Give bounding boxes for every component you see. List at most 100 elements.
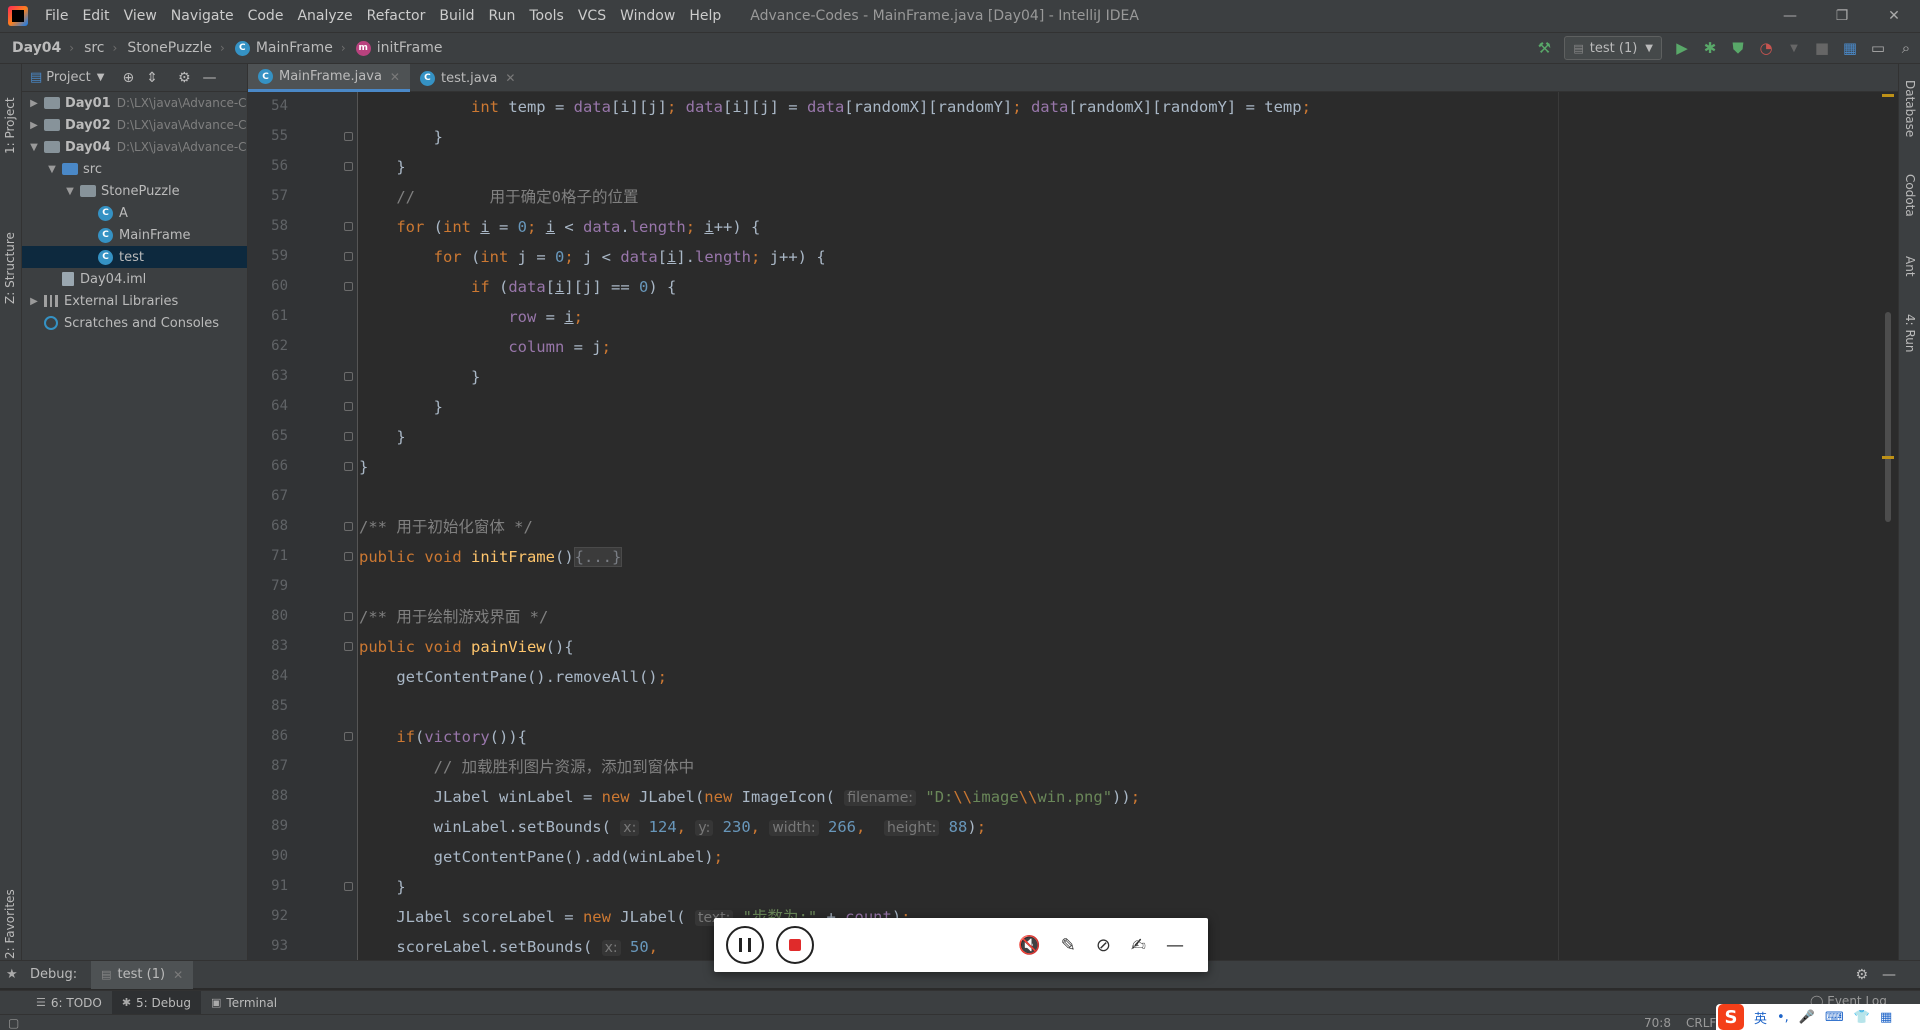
gear-icon[interactable]: ⚙ <box>1855 967 1868 983</box>
tree-item[interactable]: Day04.iml <box>22 268 247 290</box>
warning-marker[interactable] <box>1882 456 1894 459</box>
menu-build[interactable]: Build <box>432 0 481 32</box>
favorites-tool-button[interactable]: 2: Favorites <box>3 889 17 959</box>
code-line[interactable]: if(victory()){ <box>359 722 527 752</box>
caret-position[interactable]: 70:8 <box>1644 1015 1671 1030</box>
tree-item[interactable]: Ctest <box>22 246 247 268</box>
project-tool-button[interactable]: 1: Project <box>3 97 17 154</box>
menu-vcs[interactable]: VCS <box>571 0 613 32</box>
camera-off-icon[interactable]: ⊘ <box>1096 935 1111 956</box>
fold-toggle-icon[interactable] <box>344 162 353 171</box>
tool-window-todo[interactable]: ☰ 6: TODO <box>26 991 112 1015</box>
chevron-down-icon[interactable]: ▼ <box>46 164 58 175</box>
fold-toggle-icon[interactable] <box>344 642 353 651</box>
line-number[interactable]: 79 <box>248 578 288 594</box>
run-icon[interactable]: ▶ <box>1668 34 1696 62</box>
tree-item[interactable]: ▼ Day04 D:\LX\java\Advance-C <box>22 136 247 158</box>
fold-toggle-icon[interactable] <box>344 282 353 291</box>
fold-toggle-icon[interactable] <box>344 612 353 621</box>
profile-icon[interactable]: ◔ <box>1752 34 1780 62</box>
minimize-button[interactable]: — <box>1764 0 1816 32</box>
chevron-down-icon[interactable]: ▼ <box>64 186 76 197</box>
close-icon[interactable]: ✕ <box>173 968 183 982</box>
pen-draw-icon[interactable]: ✍ <box>1131 935 1146 956</box>
fold-toggle-icon[interactable] <box>344 552 353 561</box>
hide-panel-icon[interactable]: — <box>203 70 217 86</box>
line-number[interactable]: 57 <box>248 188 288 204</box>
tree-item[interactable]: ▶ Day02 D:\LX\java\Advance-C <box>22 114 247 136</box>
line-number[interactable]: 55 <box>248 128 288 144</box>
code-line[interactable]: } <box>359 362 480 392</box>
menu-help[interactable]: Help <box>682 0 728 32</box>
code-line[interactable]: } <box>359 392 443 422</box>
sogou-logo-icon[interactable]: S <box>1718 1004 1744 1030</box>
gear-icon[interactable]: ⚙ <box>178 70 191 86</box>
code-line[interactable]: } <box>359 152 405 182</box>
restore-button[interactable]: ❐ <box>1816 0 1868 32</box>
line-number[interactable]: 89 <box>248 818 288 834</box>
tool-window-debug[interactable]: ✱ 5: Debug <box>111 990 202 1015</box>
breadcrumb-package[interactable]: StonePuzzle <box>117 40 212 56</box>
line-number[interactable]: 54 <box>248 98 288 114</box>
stop-icon[interactable]: ■ <box>1808 34 1836 62</box>
fold-toggle-icon[interactable] <box>344 882 353 891</box>
fold-toggle-icon[interactable] <box>344 432 353 441</box>
run-tool-button[interactable]: 4: Run <box>1903 314 1917 353</box>
menu-file[interactable]: File <box>38 0 75 32</box>
code-line[interactable]: int temp = data[i][j]; data[i][j] = data… <box>359 92 1311 122</box>
breadcrumb-class[interactable]: C MainFrame <box>225 40 333 56</box>
menu-run[interactable]: Run <box>482 0 523 32</box>
menu-refactor[interactable]: Refactor <box>360 0 433 32</box>
line-number[interactable]: 86 <box>248 728 288 744</box>
line-number[interactable]: 63 <box>248 368 288 384</box>
code-line[interactable]: JLabel winLabel = new JLabel(new ImageIc… <box>359 782 1140 812</box>
line-number[interactable]: 58 <box>248 218 288 234</box>
run-configuration-select[interactable]: ▤ test (1) ▼ <box>1564 36 1662 60</box>
build-hammer-icon[interactable]: ⚒ <box>1530 34 1558 62</box>
line-number[interactable]: 56 <box>248 158 288 174</box>
code-line[interactable]: column = j; <box>359 332 611 362</box>
code-line[interactable]: getContentPane().removeAll(); <box>359 662 667 692</box>
fold-toggle-icon[interactable] <box>344 732 353 741</box>
pause-recording-button[interactable] <box>726 926 764 964</box>
hide-panel-icon[interactable]: — <box>1882 967 1896 983</box>
code-line[interactable]: // 加载胜利图片资源，添加到窗体中 <box>359 752 695 782</box>
debug-bug-icon[interactable]: ✱ <box>1696 34 1724 62</box>
breadcrumb-src[interactable]: src <box>74 40 104 56</box>
line-number[interactable]: 83 <box>248 638 288 654</box>
code-line[interactable]: if (data[i][j] == 0) { <box>359 272 676 302</box>
line-number[interactable]: 66 <box>248 458 288 474</box>
skin-icon[interactable]: 👕 <box>1854 1010 1870 1025</box>
code-line[interactable]: /** 用于初始化窗体 */ <box>359 512 533 542</box>
ime-language-toggle[interactable]: 英 <box>1754 1008 1767 1027</box>
line-number[interactable]: 61 <box>248 308 288 324</box>
stop-recording-button[interactable] <box>776 926 814 964</box>
chevron-right-icon[interactable]: ▶ <box>28 120 40 131</box>
scrollbar-thumb[interactable] <box>1885 312 1891 522</box>
chevron-down-icon[interactable]: ▼ <box>1780 34 1808 62</box>
debug-session-tab[interactable]: ▤ test (1) ✕ <box>91 960 194 989</box>
code-line[interactable]: scoreLabel.setBounds( x: 50, <box>359 932 658 960</box>
menu-analyze[interactable]: Analyze <box>290 0 359 32</box>
microphone-off-icon[interactable]: ✎ <box>1061 935 1076 956</box>
tree-item[interactable]: ▼ src <box>22 158 247 180</box>
code-line[interactable]: for (int i = 0; i < data.length; i++) { <box>359 212 760 242</box>
editor-tab[interactable]: C MainFrame.java ✕ <box>248 64 410 92</box>
fold-toggle-icon[interactable] <box>344 522 353 531</box>
menu-edit[interactable]: Edit <box>75 0 116 32</box>
line-number[interactable]: 80 <box>248 608 288 624</box>
tree-item[interactable]: CA <box>22 202 247 224</box>
code-line[interactable]: } <box>359 422 405 452</box>
tree-item[interactable]: C MainFrame <box>22 224 247 246</box>
code-line[interactable]: for (int j = 0; j < data[i].length; j++)… <box>359 242 826 272</box>
line-number[interactable]: 91 <box>248 878 288 894</box>
line-number[interactable]: 60 <box>248 278 288 294</box>
fold-toggle-icon[interactable] <box>344 462 353 471</box>
chevron-right-icon[interactable]: ▶ <box>28 98 40 109</box>
fold-toggle-icon[interactable] <box>344 402 353 411</box>
project-view-select[interactable]: Project <box>46 70 90 85</box>
line-number[interactable]: 93 <box>248 938 288 954</box>
menu-view[interactable]: View <box>117 0 164 32</box>
warning-marker[interactable] <box>1882 94 1894 97</box>
structure-tool-button[interactable]: Z: Structure <box>3 232 17 304</box>
